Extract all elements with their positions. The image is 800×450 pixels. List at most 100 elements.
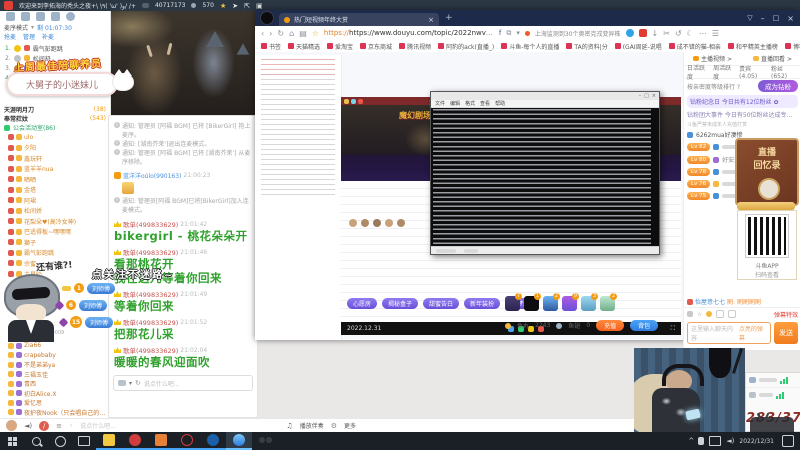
activity-pill[interactable]: 揭秘盒子 [382, 298, 419, 309]
user-name[interactable]: 爱忆思 [24, 398, 42, 407]
notification-center-icon[interactable] [782, 435, 794, 447]
taskbar-app-orange[interactable] [148, 432, 174, 450]
screenshot-icon[interactable]: ✂ [663, 29, 670, 38]
search-hint[interactable]: 上海监测到30个奥密克戎变异株 [535, 29, 621, 38]
emote-icon[interactable] [706, 311, 713, 317]
notepad-close-icon[interactable]: × [652, 93, 656, 99]
download-icon[interactable]: ↓ [652, 29, 659, 38]
pin-icon[interactable]: ➤ [232, 2, 238, 10]
tray-mic-icon[interactable] [698, 437, 705, 445]
user-name[interactable]: crapebaby [24, 352, 56, 359]
chat-user-name[interactable]: 蓝洋洋oúlo(990163) [123, 171, 181, 180]
user-name[interactable]: Zia66 [24, 342, 41, 349]
bookmark-item[interactable]: 和平精英主播榜 [727, 42, 778, 51]
mic-link[interactable]: 管理 [23, 32, 35, 41]
gift-item[interactable]: 1 [524, 293, 541, 311]
tray-date[interactable]: 2022/12/31 [739, 438, 774, 445]
user-row[interactable]: Zia66 [0, 341, 110, 351]
style-icon[interactable] [728, 310, 737, 318]
songlist-notepad-window[interactable]: – □ × 文件 编辑 格式 查看 帮助 [430, 91, 660, 255]
user-row[interactable]: 初白Alice.X [0, 389, 110, 399]
bookmark-item[interactable]: 天猫精选 [288, 42, 320, 51]
close-button[interactable]: × [787, 14, 794, 23]
user-name[interactable]: 花梨朵♥(高冷女神) [24, 217, 76, 226]
bookmark-item[interactable]: TA的资料|分 [566, 42, 608, 51]
menu-icon[interactable]: ☰ [712, 29, 719, 38]
reading-mode-icon[interactable]: ▤ [299, 29, 307, 38]
notepad-menu-item[interactable]: 编辑 [450, 100, 460, 107]
activity-pill[interactable]: 心愿房 [347, 298, 378, 309]
user-row[interactable]: 阿珺 [0, 195, 110, 206]
user-name[interactable]: 初白Alice.X [24, 389, 56, 398]
user-name[interactable]: 霸气彭跑跳 [24, 248, 54, 257]
bookmark-item[interactable]: 阿豹的ack(直播_) [438, 42, 494, 51]
star-icon[interactable]: ☆ [697, 311, 702, 318]
gift-item[interactable]: 9 [562, 293, 579, 311]
star-icon[interactable]: ★ [220, 2, 226, 10]
bookmark-star-icon[interactable]: ☆ [312, 29, 319, 38]
taskbar-app-binoculars[interactable] [252, 432, 278, 450]
taskbar-app-blue[interactable] [200, 432, 226, 450]
rank-name[interactable]: 霸气彭跑跳 [33, 44, 63, 53]
mic-link[interactable]: 抢麦 [4, 32, 16, 41]
share-icon[interactable]: ⇱ [244, 2, 250, 10]
style-icon[interactable] [716, 310, 725, 318]
more-button[interactable]: 更多 [344, 421, 356, 430]
replay-link[interactable]: 直播回看 > [761, 54, 792, 63]
user-row[interactable]: 青西 [0, 379, 110, 389]
maximize-button[interactable]: □ [773, 14, 780, 22]
notepad-menu-item[interactable]: 查看 [480, 100, 490, 107]
bookmark-item[interactable]: 成不错的猫-相亲 [668, 42, 721, 51]
recharge-button[interactable]: 充值 [596, 320, 625, 331]
notepad-songlist-text[interactable] [433, 109, 651, 246]
home-icon[interactable] [21, 12, 30, 21]
fans-tab[interactable]: 贵宾(4.05) [739, 64, 768, 80]
mic-muted-icon[interactable]: / [39, 420, 50, 431]
profile-icon[interactable] [6, 12, 15, 21]
backpack-button[interactable]: 背包 [630, 320, 659, 331]
mic-link[interactable]: 补麦 [42, 32, 54, 41]
search-button[interactable] [24, 432, 48, 450]
search-icon[interactable] [66, 12, 75, 21]
avatar[interactable] [6, 420, 17, 431]
browser-logo-icon[interactable] [260, 11, 274, 25]
notepad-menu-item[interactable]: 帮助 [495, 100, 505, 107]
user-row[interactable]: 獅子 [0, 237, 110, 248]
user-name[interactable]: 晒晒 [24, 175, 36, 184]
tab-close-icon[interactable]: × [428, 16, 434, 24]
user-row[interactable]: 蓝羊羊nua [0, 164, 110, 175]
new-tab-button[interactable]: + [445, 13, 453, 23]
bookmark-item[interactable]: 斗鱼-每个人的直播 [501, 42, 559, 51]
taskbar-app-emoji[interactable] [96, 432, 122, 450]
messenger-app-icon[interactable] [625, 29, 634, 37]
back-icon[interactable]: ‹ [261, 29, 264, 38]
facebook-icon[interactable]: f [499, 29, 501, 37]
user-row[interactable]: crapebaby [0, 351, 110, 361]
singer-name[interactable]: 歌单(499833629) [123, 345, 178, 355]
forward-icon[interactable]: › [269, 29, 272, 38]
dropdown-icon[interactable]: ▾ [516, 29, 520, 37]
user-name[interactable]: 巴适得板~嘿嘿嘿 [24, 227, 71, 236]
user-row[interactable]: 爱忆思 [0, 398, 110, 408]
bookmark-item[interactable]: 腾讯视频 [399, 42, 431, 51]
tray-volume-icon[interactable]: ◄) [726, 437, 734, 445]
user-row[interactable]: 不是弟弟ya [0, 360, 110, 370]
taskbar-app-dark[interactable] [174, 432, 200, 450]
mixer-icon[interactable]: ≡ [56, 422, 62, 430]
send-button[interactable]: 发送 [774, 322, 798, 344]
user-row[interactable]: 金塔 [0, 185, 110, 196]
user-name[interactable]: 三福玉佳 [24, 370, 48, 379]
gift-item[interactable]: 2 [600, 293, 617, 311]
user-name[interactable]: 不是弟弟ya [24, 360, 55, 369]
user-row[interactable]: 鑫玩轩 [0, 153, 110, 164]
activity-pill[interactable]: 甜蜜告白 [423, 298, 460, 309]
play-accompaniment-button[interactable]: 播放伴奏 [300, 421, 324, 430]
cortana-button[interactable] [48, 432, 72, 450]
notepad-minimize-icon[interactable]: – [639, 93, 642, 99]
user-row[interactable]: 夕阳 [0, 143, 110, 154]
user-name[interactable]: 夜护夜Nook（只会唱自己的歌） [24, 408, 110, 417]
undo-icon[interactable]: ↺ [675, 29, 682, 38]
user-name[interactable]: 蓝羊羊nua [24, 164, 53, 173]
grid-icon[interactable] [51, 12, 60, 21]
notepad-menu-item[interactable]: 格式 [465, 100, 475, 107]
